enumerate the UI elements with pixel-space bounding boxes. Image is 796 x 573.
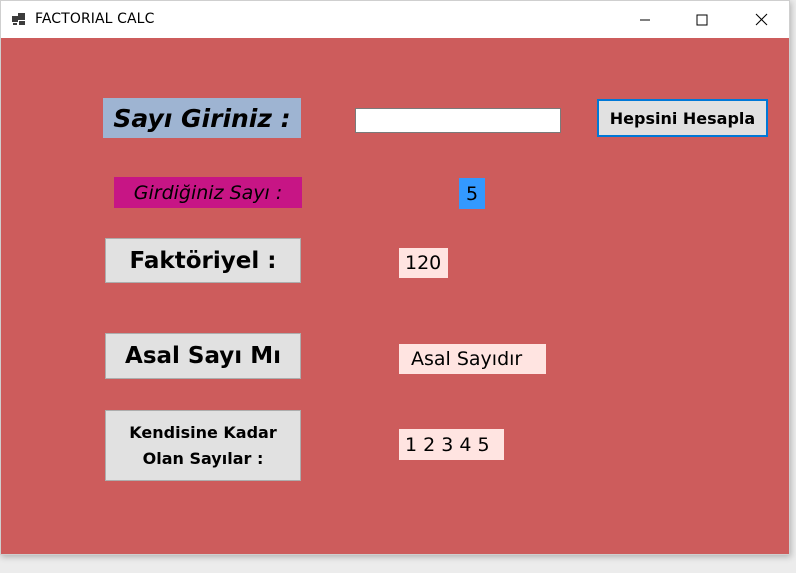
close-button[interactable] xyxy=(733,1,789,38)
entered-number-value: 5 xyxy=(459,178,485,209)
factorial-label: Faktöriyel : xyxy=(105,238,301,283)
sequence-label: Kendisine Kadar Olan Sayılar : xyxy=(105,410,301,481)
calculate-all-button[interactable]: Hepsini Hesapla xyxy=(597,99,768,137)
factorial-value: 120 xyxy=(399,248,448,278)
entered-number-label: Girdiğiniz Sayı : xyxy=(114,177,302,208)
form-client-area: Sayı Giriniz : Hepsini Hesapla Girdiğini… xyxy=(1,38,789,554)
prime-label: Asal Sayı Mı xyxy=(105,333,301,379)
input-label: Sayı Giriniz : xyxy=(103,98,301,138)
minimize-button[interactable] xyxy=(617,1,673,38)
number-input[interactable] xyxy=(355,108,561,133)
app-window: FACTORIAL CALC Sayı Giriniz : Hepsini He… xyxy=(0,0,790,555)
sequence-label-line2: Olan Sayılar : xyxy=(142,448,264,468)
maximize-button[interactable] xyxy=(674,1,730,38)
close-icon xyxy=(755,13,768,26)
maximize-icon xyxy=(696,14,708,26)
sequence-value: 1 2 3 4 5 xyxy=(399,429,504,460)
sequence-label-line1: Kendisine Kadar xyxy=(129,422,277,442)
app-windows-icon xyxy=(11,11,27,27)
prime-value: Asal Sayıdır xyxy=(399,344,546,374)
window-title: FACTORIAL CALC xyxy=(35,11,155,27)
title-bar[interactable]: FACTORIAL CALC xyxy=(1,1,789,38)
minimize-icon xyxy=(639,14,651,26)
